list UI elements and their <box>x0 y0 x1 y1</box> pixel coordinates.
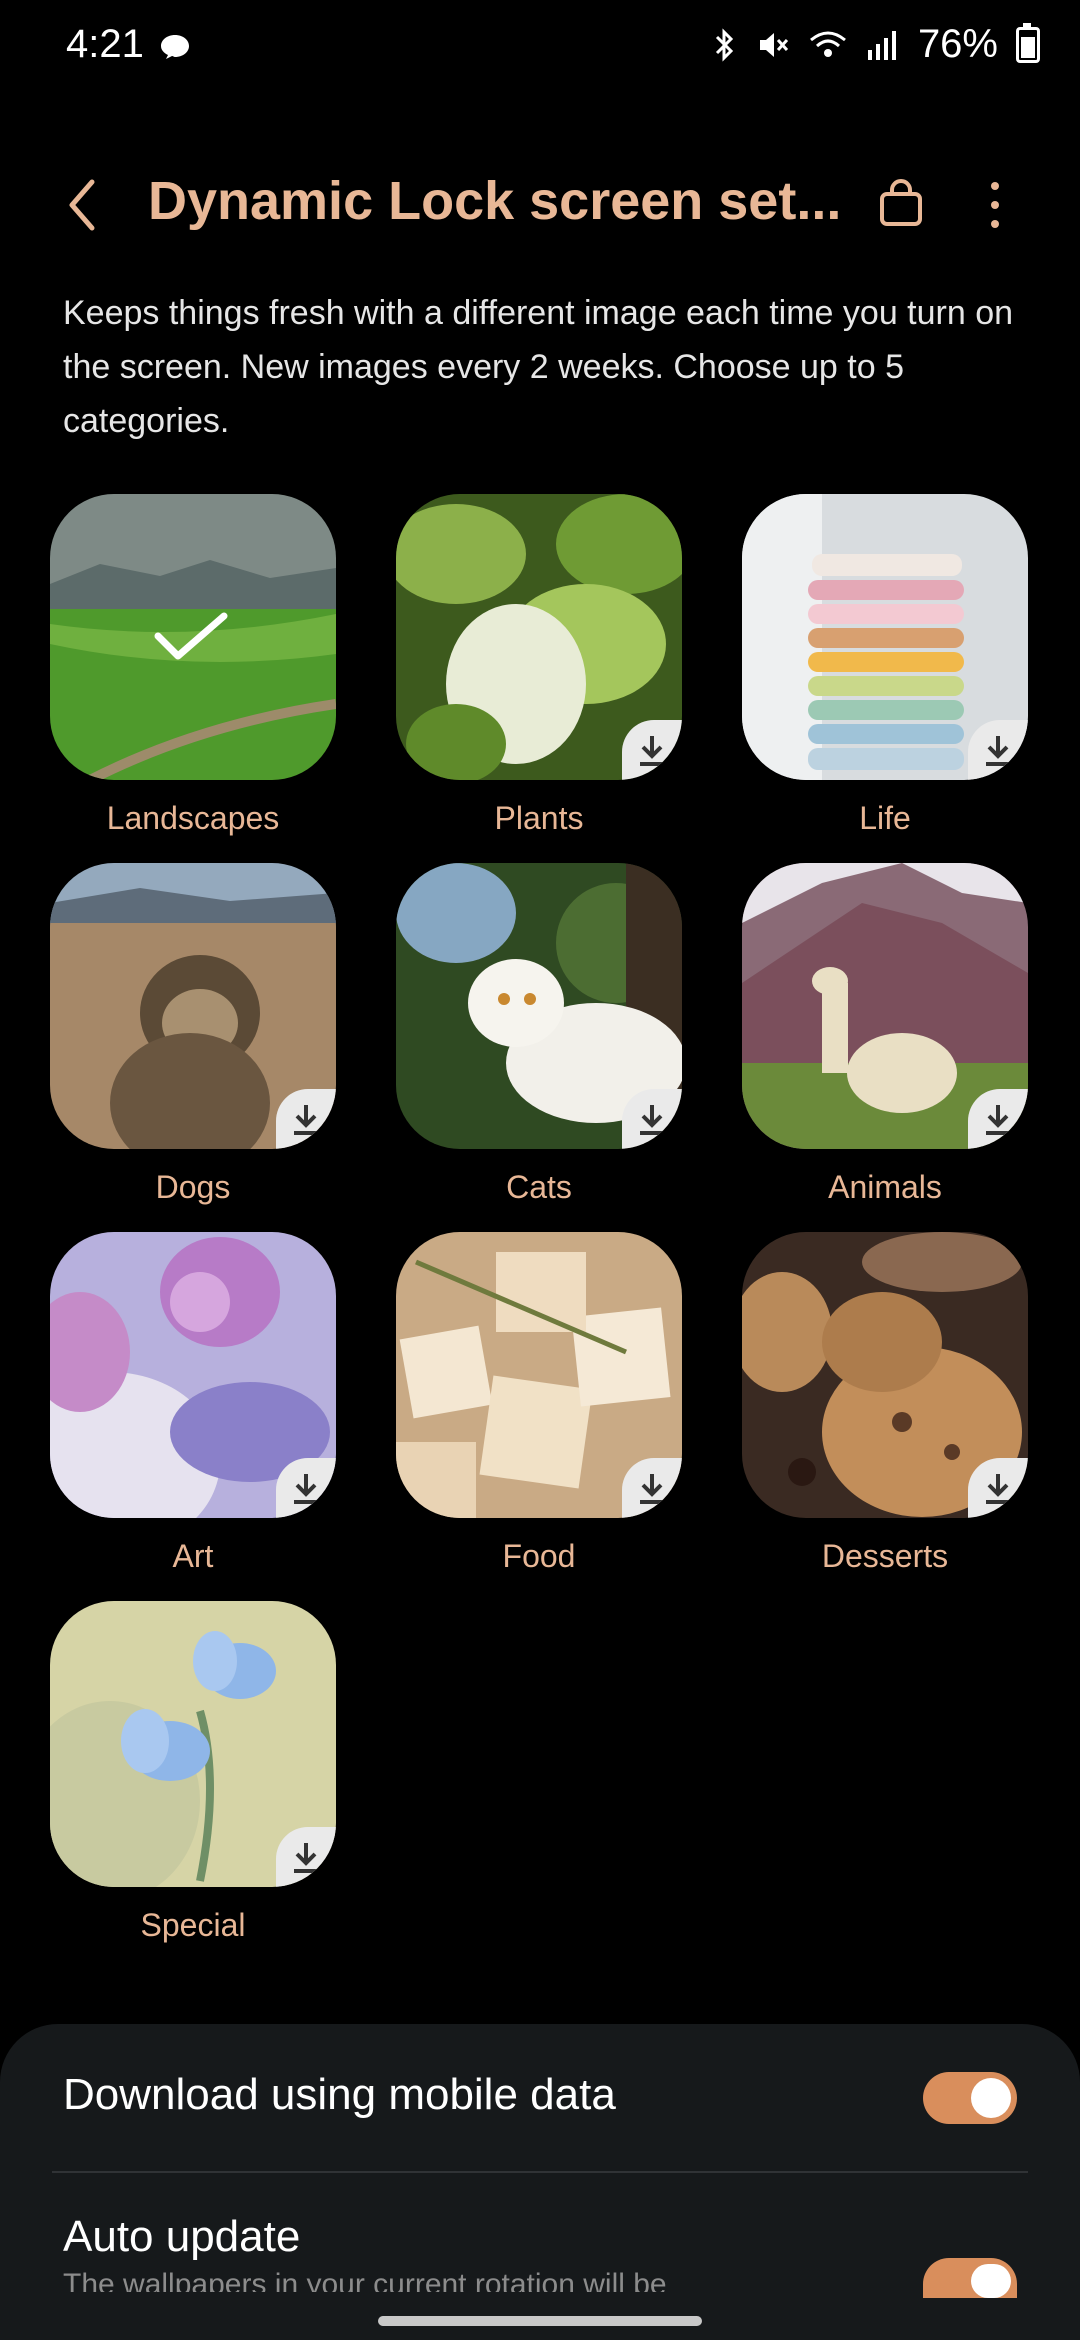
more-options-icon[interactable] <box>975 174 1015 236</box>
download-button[interactable] <box>968 720 1028 780</box>
category-label: Desserts <box>821 1538 949 1574</box>
download-icon <box>986 1105 1010 1135</box>
auto-update-subtext: The wallpapers in your current rotation … <box>63 2268 667 2292</box>
category-thumbnail <box>396 494 682 780</box>
category-animals[interactable]: Animals <box>742 863 1028 1206</box>
category-thumbnail <box>50 1232 336 1518</box>
category-thumbnail <box>742 1232 1028 1518</box>
category-life[interactable]: Life <box>742 494 1028 837</box>
category-label: Art <box>172 1538 214 1574</box>
category-dogs[interactable]: Dogs <box>50 863 336 1206</box>
auto-update-label: Auto update <box>63 2212 301 2261</box>
mobile-data-toggle[interactable] <box>923 2072 1017 2124</box>
category-label: Cats <box>506 1169 572 1205</box>
auto-update-toggle[interactable] <box>923 2258 1017 2298</box>
category-desserts[interactable]: Desserts <box>742 1232 1028 1575</box>
category-special[interactable]: Special <box>50 1601 336 1944</box>
mobile-data-label: Download using mobile data <box>63 2070 616 2119</box>
category-art[interactable]: Art <box>50 1232 336 1575</box>
battery-icon <box>1016 22 1040 63</box>
battery-percent: 76% <box>917 22 998 66</box>
status-time: 4:21 <box>66 22 144 66</box>
download-button[interactable] <box>276 1089 336 1149</box>
category-label: Plants <box>494 800 584 836</box>
mute-icon <box>759 32 789 57</box>
category-thumbnail <box>50 494 336 780</box>
page-title: Dynamic Lock screen set... <box>148 171 842 231</box>
download-icon <box>986 1474 1010 1504</box>
divider <box>52 2171 1028 2173</box>
download-button[interactable] <box>968 1089 1028 1149</box>
status-bar: 4:21 76% <box>0 0 1080 96</box>
download-icon <box>640 736 664 766</box>
category-label: Landscapes <box>106 800 280 836</box>
download-icon <box>640 1105 664 1135</box>
download-button[interactable] <box>622 1458 682 1518</box>
category-label: Dogs <box>155 1169 231 1205</box>
category-thumbnail <box>396 1232 682 1518</box>
category-plants[interactable]: Plants <box>396 494 682 837</box>
category-cats[interactable]: Cats <box>396 863 682 1206</box>
category-thumbnail <box>50 863 336 1149</box>
selected-check-icon <box>154 612 228 660</box>
category-food[interactable]: Food <box>396 1232 682 1575</box>
download-icon <box>294 1474 318 1504</box>
category-thumbnail <box>396 863 682 1149</box>
app-bar: Dynamic Lock screen set... <box>0 160 1080 250</box>
wifi-icon <box>809 31 846 57</box>
download-button[interactable] <box>968 1458 1028 1518</box>
toggle-knob <box>971 2264 1011 2298</box>
bluetooth-icon <box>715 27 734 62</box>
download-button[interactable] <box>622 1089 682 1149</box>
download-button[interactable] <box>276 1827 336 1887</box>
category-label: Special <box>140 1907 246 1943</box>
chat-notification-icon <box>161 35 189 59</box>
category-label: Animals <box>828 1169 942 1205</box>
category-landscapes[interactable]: Landscapes <box>50 494 336 837</box>
download-icon <box>640 1474 664 1504</box>
category-label: Life <box>859 800 911 836</box>
category-thumbnail <box>742 494 1028 780</box>
description-text: Keeps things fresh with a different imag… <box>63 294 1014 440</box>
toggle-knob <box>971 2078 1011 2118</box>
shopping-bag-icon[interactable] <box>875 178 927 230</box>
download-button[interactable] <box>276 1458 336 1518</box>
download-icon <box>294 1105 318 1135</box>
download-button[interactable] <box>622 720 682 780</box>
download-icon <box>986 736 1010 766</box>
download-icon <box>294 1843 318 1873</box>
category-thumbnail <box>742 863 1028 1149</box>
category-label: Food <box>502 1538 576 1574</box>
home-indicator[interactable] <box>378 2316 702 2326</box>
back-button[interactable] <box>58 170 108 240</box>
category-thumbnail <box>50 1601 336 1887</box>
signal-icon <box>867 30 896 60</box>
status-icons: 76% <box>712 22 1040 67</box>
